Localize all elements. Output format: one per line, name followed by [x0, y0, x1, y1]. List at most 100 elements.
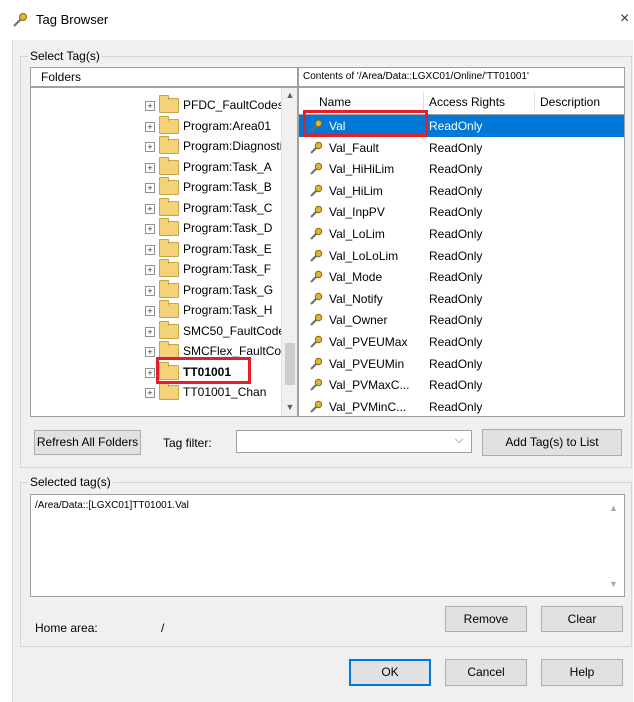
- tag-row[interactable]: Val_PVMinC... ReadOnly: [299, 396, 624, 416]
- expand-icon[interactable]: +: [145, 224, 155, 234]
- tag-filter-combo[interactable]: ⌵: [236, 430, 472, 453]
- tag-key-icon: [310, 270, 323, 283]
- close-icon[interactable]: ×: [620, 10, 629, 28]
- scroll-down-icon[interactable]: ▼: [282, 402, 297, 412]
- folder-icon: [159, 279, 179, 298]
- tag-row[interactable]: Val_Notify ReadOnly: [299, 288, 624, 310]
- tag-row[interactable]: Val_LoLoLim ReadOnly: [299, 245, 624, 267]
- tag-row[interactable]: Val_PVEUMax ReadOnly: [299, 331, 624, 353]
- add-tags-to-list-button[interactable]: Add Tag(s) to List: [482, 429, 622, 456]
- contents-path-bar: Contents of '/Area/Data::LGXC01/Online/'…: [298, 67, 625, 87]
- tag-access: ReadOnly: [429, 399, 483, 414]
- tag-row[interactable]: Val_HiLim ReadOnly: [299, 180, 624, 202]
- expand-icon[interactable]: +: [145, 101, 155, 111]
- tag-row[interactable]: Val_InpPV ReadOnly: [299, 201, 624, 223]
- folders-header: Folders: [30, 67, 298, 87]
- tag-key-icon: [310, 227, 323, 240]
- folder-label: Program:Area01: [183, 118, 272, 133]
- expand-icon[interactable]: +: [145, 244, 155, 255]
- remove-button[interactable]: Remove: [445, 606, 527, 632]
- folder-icon: [159, 197, 179, 216]
- tag-key-icon: [310, 206, 323, 219]
- scroll-thumb[interactable]: [285, 343, 295, 385]
- scroll-up-icon[interactable]: ▲: [609, 503, 618, 513]
- folder-item[interactable]: + Program:Task_D: [31, 217, 281, 239]
- tag-key-icon: [310, 162, 323, 175]
- folder-item[interactable]: + Program:Area01: [31, 115, 281, 137]
- tag-row[interactable]: Val_Fault ReadOnly: [299, 137, 624, 159]
- folder-item[interactable]: + Program:Task_F: [31, 258, 281, 280]
- tag-row[interactable]: Val_PVMaxC... ReadOnly: [299, 374, 624, 396]
- tag-row[interactable]: Val_PVEUMin ReadOnly: [299, 353, 624, 375]
- expand-icon[interactable]: +: [145, 347, 155, 357]
- tag-access: ReadOnly: [429, 248, 483, 263]
- help-button[interactable]: Help: [541, 659, 623, 686]
- expand-icon[interactable]: +: [145, 388, 155, 398]
- highlight-val: [303, 110, 428, 137]
- folder-item[interactable]: + TT01001_Chan: [31, 381, 281, 403]
- tag-row[interactable]: Val_LoLim ReadOnly: [299, 223, 624, 245]
- selected-tags-label: Selected tag(s): [28, 475, 113, 489]
- folder-label: Program:Task_D: [183, 221, 273, 235]
- folder-label: PFDC_FaultCodes: [183, 98, 284, 112]
- expand-icon[interactable]: +: [145, 265, 155, 275]
- tag-access: ReadOnly: [429, 378, 483, 393]
- column-access-rights[interactable]: Access Rights: [429, 95, 505, 109]
- cancel-label: Cancel: [467, 665, 505, 679]
- selected-tags-textarea[interactable]: /Area/Data::[LGXC01]TT01001.Val ▲ ▼: [30, 494, 625, 597]
- folder-item[interactable]: + PFDC_FaultCodes: [31, 94, 284, 116]
- folder-icon: [159, 382, 179, 400]
- folder-item[interactable]: + Program:Task_A: [31, 156, 281, 178]
- tag-name: Val_Fault: [329, 140, 379, 155]
- clear-label: Clear: [567, 612, 597, 626]
- column-divider: [423, 92, 424, 110]
- tag-row[interactable]: Val_Mode ReadOnly: [299, 266, 624, 288]
- chevron-down-icon[interactable]: ⌵: [455, 434, 463, 447]
- folder-item[interactable]: + SMC50_FaultCodes: [31, 320, 291, 342]
- scroll-up-icon[interactable]: ▲: [282, 90, 297, 100]
- folder-label: SMC50_FaultCodes: [183, 323, 292, 338]
- tag-row[interactable]: Val_Owner ReadOnly: [299, 309, 624, 331]
- clear-button[interactable]: Clear: [541, 606, 623, 632]
- tag-filter-label: Tag filter:: [163, 436, 212, 450]
- expand-icon[interactable]: +: [145, 121, 155, 132]
- add-tags-label: Add Tag(s) to List: [505, 435, 599, 449]
- folder-scrollbar[interactable]: ▲ ▼: [281, 88, 297, 416]
- column-name[interactable]: Name: [319, 95, 351, 109]
- folder-item[interactable]: + Program:Diagnostics: [31, 135, 294, 157]
- ok-label: OK: [381, 665, 399, 679]
- expand-icon[interactable]: +: [145, 367, 155, 378]
- tag-access: ReadOnly: [429, 356, 483, 371]
- expand-icon[interactable]: +: [145, 306, 155, 316]
- cancel-button[interactable]: Cancel: [445, 659, 527, 686]
- tag-key-icon: [310, 249, 323, 262]
- tag-key-icon: [310, 378, 323, 391]
- folder-item[interactable]: + Program:Task_B: [31, 176, 281, 198]
- folder-label: Program:Task_E: [183, 241, 272, 256]
- tag-name: Val_Notify: [329, 291, 383, 306]
- tag-access: ReadOnly: [429, 335, 483, 349]
- expand-icon[interactable]: +: [145, 162, 155, 173]
- tag-row[interactable]: Val_HiHiLim ReadOnly: [299, 158, 624, 180]
- folder-item[interactable]: + Program:Task_E: [31, 238, 281, 260]
- folder-item[interactable]: + Program:Task_G: [31, 279, 281, 301]
- folder-label: Program:Diagnostics: [183, 139, 295, 153]
- expand-icon[interactable]: +: [145, 285, 155, 296]
- tag-key-icon: [310, 314, 323, 327]
- folder-item[interactable]: + Program:Task_C: [31, 197, 281, 219]
- tag-name: Val_PVEUMax: [329, 335, 408, 349]
- tag-key-icon: [310, 400, 323, 413]
- tag-name: Val_Mode: [329, 270, 383, 285]
- expand-icon[interactable]: +: [145, 203, 155, 214]
- expand-icon[interactable]: +: [145, 183, 155, 193]
- column-description[interactable]: Description: [540, 95, 600, 109]
- window-title: Tag Browser: [36, 12, 109, 27]
- expand-icon[interactable]: +: [145, 326, 155, 337]
- expand-icon[interactable]: +: [145, 142, 155, 152]
- refresh-all-folders-button[interactable]: Refresh All Folders: [34, 430, 141, 455]
- folder-item[interactable]: + Program:Task_H: [31, 299, 281, 321]
- scroll-down-icon[interactable]: ▼: [609, 579, 618, 589]
- tag-key-icon: [310, 335, 323, 348]
- ok-button[interactable]: OK: [349, 659, 431, 686]
- tag-name: Val_LoLim: [329, 227, 385, 241]
